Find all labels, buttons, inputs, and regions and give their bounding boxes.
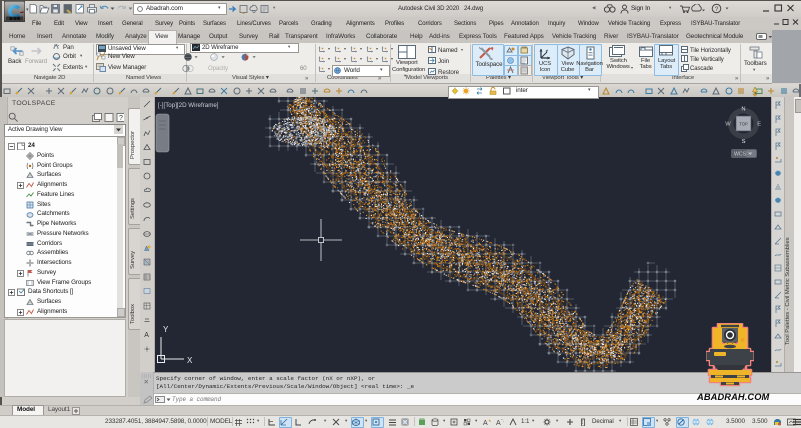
svg-text:X: X <box>187 356 193 365</box>
svg-text:S: S <box>742 139 746 145</box>
svg-text:A: A <box>144 332 149 338</box>
svg-text:N: N <box>741 106 745 112</box>
svg-text:W: W <box>725 122 731 128</box>
svg-text:E: E <box>757 122 761 128</box>
svg-text:A: A <box>483 420 488 426</box>
svg-text:[-][Top][2D Wireframe]: [-][Top][2D Wireframe] <box>158 102 219 109</box>
svg-text:?: ? <box>119 115 123 122</box>
svg-text:?: ? <box>715 6 719 13</box>
svg-text:Y: Y <box>163 325 169 334</box>
svg-text:TOP: TOP <box>739 121 748 126</box>
svg-text:WCS: WCS <box>734 152 747 158</box>
svg-text:A: A <box>496 420 501 426</box>
